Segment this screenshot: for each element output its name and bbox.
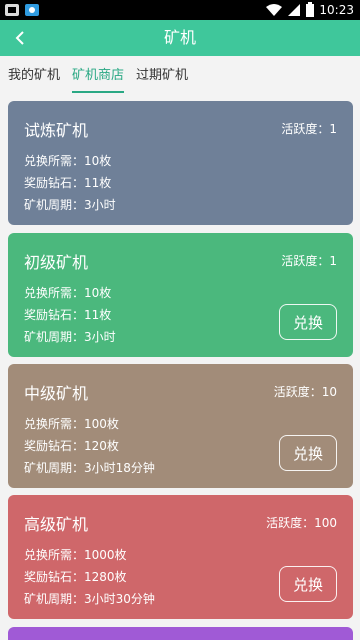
notification-app-icon (5, 4, 19, 16)
card-title: 中级矿机 (24, 384, 89, 403)
tab-bar: 我的矿机 矿机商店 过期矿机 (0, 56, 360, 94)
activity-label: 活跃度：1 (281, 122, 337, 136)
card-title: 初级矿机 (24, 253, 89, 272)
miner-card-next (8, 627, 353, 640)
signal-icon (288, 4, 301, 16)
card-title: 试炼矿机 (24, 121, 89, 140)
card-title: 高级矿机 (24, 515, 89, 534)
battery-icon (306, 2, 315, 17)
miner-card-trial: 试炼矿机 活跃度：1 兑换所需：10枚 奖励钻石：11枚 矿机周期：3小时 (8, 101, 353, 225)
tab-my-miners[interactable]: 我的矿机 (8, 66, 60, 86)
tab-expired-miners[interactable]: 过期矿机 (136, 66, 188, 86)
exchange-button[interactable]: 兑换 (279, 566, 337, 602)
miner-card-intermediate: 中级矿机 活跃度：10 兑换所需：100枚 奖励钻石：120枚 矿机周期：3小时… (8, 364, 353, 488)
status-bar: 10:23 (0, 0, 360, 20)
notification-image-icon (25, 4, 39, 16)
activity-label: 活跃度：10 (273, 385, 337, 399)
exchange-button[interactable]: 兑换 (279, 304, 337, 340)
exchange-cost: 兑换所需：100枚 (24, 417, 119, 431)
app-bar: 矿机 (0, 20, 360, 56)
activity-label: 活跃度：1 (281, 254, 337, 268)
activity-label: 活跃度：100 (266, 516, 337, 530)
miner-card-advanced: 高级矿机 活跃度：100 兑换所需：1000枚 奖励钻石：1280枚 矿机周期：… (8, 495, 353, 619)
miner-period: 矿机周期：3小时 (24, 198, 116, 212)
status-time: 10:23 (319, 3, 354, 17)
wifi-icon (266, 4, 283, 16)
miner-period: 矿机周期：3小时 (24, 330, 116, 344)
exchange-cost: 兑换所需：10枚 (24, 154, 112, 168)
tab-miner-store[interactable]: 矿机商店 (72, 66, 124, 86)
reward-diamonds: 奖励钻石：11枚 (24, 176, 112, 190)
status-right-group: 10:23 (265, 2, 354, 18)
reward-diamonds: 奖励钻石：120枚 (24, 439, 119, 453)
miner-card-beginner: 初级矿机 活跃度：1 兑换所需：10枚 奖励钻石：11枚 矿机周期：3小时 兑换 (8, 233, 353, 357)
page-title: 矿机 (163, 28, 196, 47)
exchange-button[interactable]: 兑换 (279, 435, 337, 471)
tab-underline (72, 91, 124, 93)
reward-diamonds: 奖励钻石：11枚 (24, 308, 112, 322)
exchange-cost: 兑换所需：10枚 (24, 286, 112, 300)
miner-period: 矿机周期：3小时30分钟 (24, 592, 155, 606)
exchange-cost: 兑换所需：1000枚 (24, 548, 127, 562)
miner-period: 矿机周期：3小时18分钟 (24, 461, 155, 475)
reward-diamonds: 奖励钻石：1280枚 (24, 570, 127, 584)
